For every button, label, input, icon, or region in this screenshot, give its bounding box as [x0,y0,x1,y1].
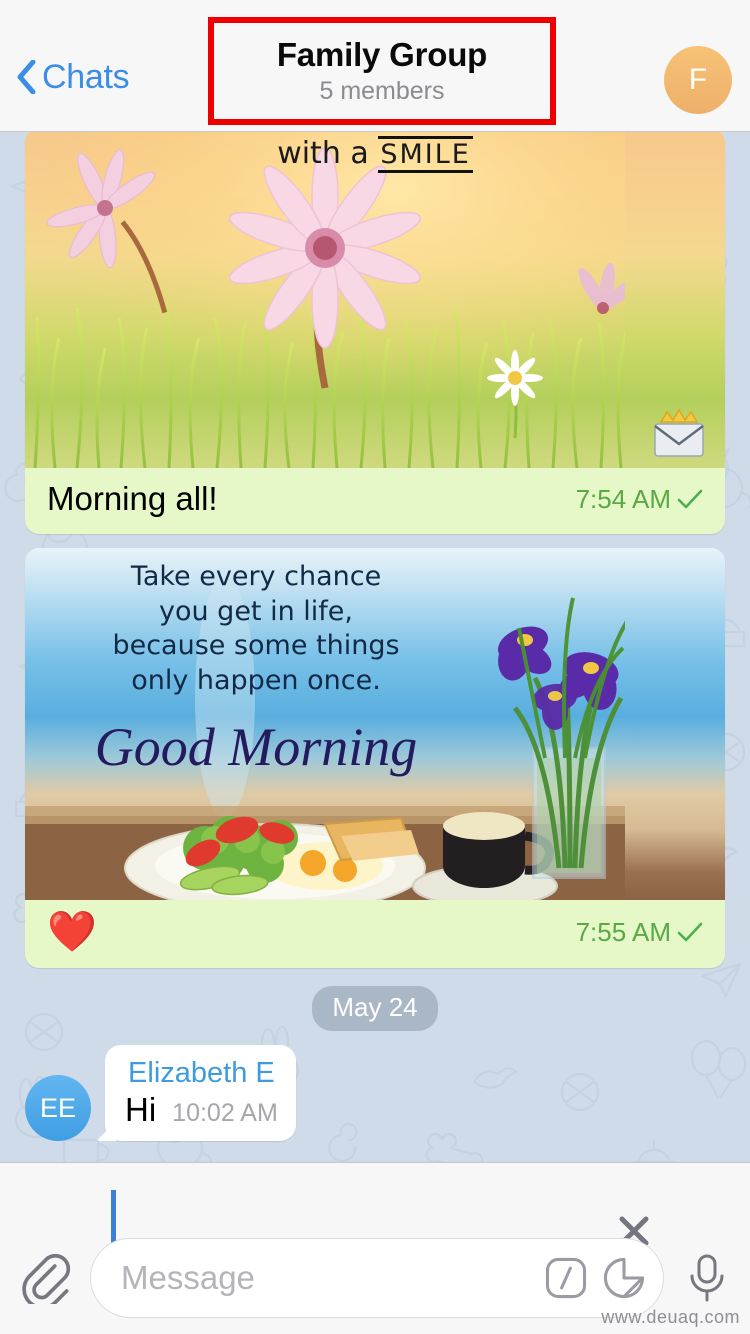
envelope-crown-icon [654,408,704,457]
attach-button[interactable] [0,1252,90,1304]
paperclip-icon [22,1254,71,1304]
microphone-icon [690,1254,724,1302]
message-photo[interactable]: with a SMILE [25,132,725,468]
single-check-icon [677,489,703,509]
sticker-button[interactable] [595,1249,653,1307]
back-to-chats-button[interactable]: Chats [16,58,130,97]
message-bubble-outgoing[interactable]: Take every chance you get in life, becau… [25,548,725,968]
message-caption-row: Morning all! 7:54 AM [25,468,725,534]
date-divider: May 24 [25,986,725,1031]
message-input[interactable]: Message [90,1238,664,1318]
message-meta: 7:54 AM [576,484,703,515]
message-body: Hi 10:02 AM [125,1091,278,1129]
photo-headline-text: Good Morning [94,717,418,777]
message-input-placeholder: Message [121,1259,255,1296]
messages-container: with a SMILE Morning all! 7:54 AM Take e… [0,132,750,1142]
date-divider-label: May 24 [312,986,438,1031]
single-check-icon [677,922,703,942]
avatar[interactable]: F [664,46,732,114]
telegram-chat-screen: Chats Family Group 5 members F with a SM… [0,0,750,1334]
message-caption-row: ❤️ 7:55 AM [25,900,725,968]
site-watermark: www.deuaq.com [601,1307,740,1327]
chat-title-block[interactable]: Family Group 5 members [208,17,556,125]
sticker-icon [603,1257,645,1299]
chevron-left-icon [16,59,36,94]
message-meta: 7:55 AM [576,917,703,948]
photo-quote-text: Take every chance you get in life, becau… [25,560,487,698]
sender-name-label: Elizabeth E [128,1057,275,1089]
message-bubble-outgoing[interactable]: with a SMILE Morning all! 7:54 AM [25,132,725,534]
photo-quote-line: because some things [112,630,400,662]
message-time: 10:02 AM [172,1099,278,1128]
message-row-incoming: EE Elizabeth E Hi 10:02 AM [25,1045,725,1142]
photo-flowers-grass: with a SMILE [25,132,725,468]
message-photo[interactable]: Take every chance you get in life, becau… [25,548,725,900]
message-bubble-incoming[interactable]: Elizabeth E Hi 10:02 AM [105,1045,296,1142]
message-list[interactable]: with a SMILE Morning all! 7:54 AM Take e… [0,132,750,1162]
chat-header: Chats Family Group 5 members F [0,0,750,132]
message-caption-text: Morning all! [47,480,218,517]
photo-overlay-line1: with a [277,136,369,171]
photo-quote-line: Take every chance [130,561,382,592]
photo-breakfast-irises: Take every chance you get in life, becau… [25,548,725,900]
photo-quote-line: only happen once. [131,664,381,696]
photo-overlay-text: with a SMILE [25,136,725,173]
command-button[interactable] [537,1249,595,1307]
member-count-label: 5 members [319,77,445,106]
voice-record-button[interactable] [664,1252,750,1304]
message-caption-emoji: ❤️ [47,910,97,954]
photo-overlay-line2: SMILE [378,136,473,173]
avatar-initial: F [688,63,708,96]
sender-avatar[interactable]: EE [25,1075,91,1142]
photo-quote-line: you get in life, [158,595,353,627]
message-time: 7:55 AM [575,916,671,947]
page-title: Family Group [276,35,488,73]
message-time: 7:54 AM [575,483,671,514]
slash-command-icon [545,1257,587,1299]
message-text: Hi [125,1091,157,1129]
sender-avatar-initials: EE [39,1092,77,1123]
back-button-label: Chats [42,58,130,96]
